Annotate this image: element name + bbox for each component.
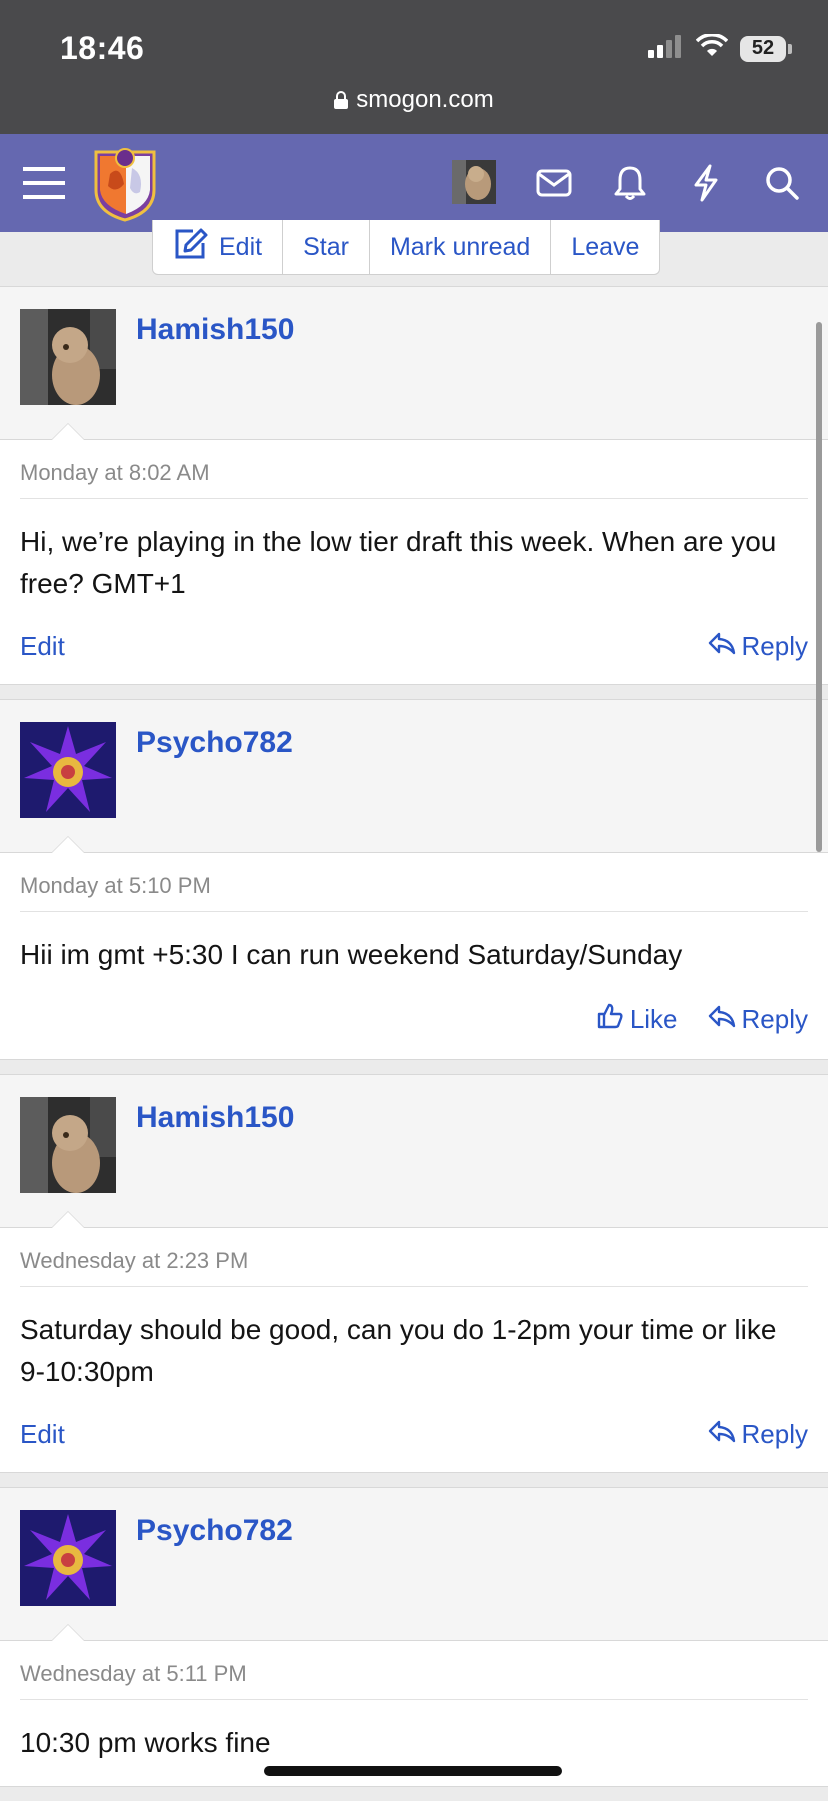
status-icons: 52 [648,33,792,63]
message-list: Hamish150 Monday at 8:02 AM Hi, we’re pl… [0,286,828,1801]
menu-icon[interactable] [20,159,68,207]
message-text: Hii im gmt +5:30 I can run weekend Satur… [20,939,683,970]
user-avatar[interactable] [452,160,496,204]
message-text: 10:30 pm works fine [20,1727,271,1758]
reply-label: Reply [741,631,808,661]
author-avatar[interactable] [20,309,116,405]
edit-thread-button[interactable]: Edit [153,220,284,274]
app-header [0,134,828,232]
reply-button[interactable]: Reply [708,1004,808,1035]
bell-icon[interactable] [606,159,654,207]
reply-button[interactable]: Reply [708,631,808,662]
message-header: Hamish150 [0,1075,828,1228]
message-body: Wednesday at 5:11 PM 10:30 pm works fine [0,1641,828,1786]
leave-button[interactable]: Leave [551,220,659,274]
message-arrow [51,1211,85,1228]
message: Psycho782 Monday at 5:10 PM Hii im gmt +… [0,699,828,1060]
message-body: Monday at 8:02 AM Hi, we’re playing in t… [0,440,828,684]
lock-icon [334,88,349,116]
mark-unread-button[interactable]: Mark unread [370,220,552,274]
author-name[interactable]: Hamish150 [136,313,294,347]
thread-actions: Edit Star Mark unread Leave [152,220,661,275]
url-text: smogon.com [356,86,494,113]
battery-nub [788,43,792,54]
url-bar[interactable]: smogon.com [0,86,828,116]
message-arrow [51,423,85,440]
edit-label: Edit [219,232,263,261]
clock: 18:46 [60,30,145,66]
message-text: Hi, we’re playing in the low tier draft … [20,526,777,599]
author-avatar[interactable] [20,1510,116,1606]
battery-icon: 52 [740,35,786,62]
reply-icon [708,1004,736,1035]
like-label: Like [629,1004,678,1034]
wifi-icon [695,33,729,63]
message-date[interactable]: Wednesday at 5:11 PM [20,1661,808,1700]
reply-label: Reply [741,1004,808,1034]
reply-label: Reply [741,1419,808,1449]
author-name[interactable]: Hamish150 [136,1101,294,1135]
message-date[interactable]: Wednesday at 2:23 PM [20,1248,808,1287]
search-icon[interactable] [758,159,806,207]
message-actions: Like Reply [20,1002,808,1037]
message-arrow [51,1624,85,1641]
message-date[interactable]: Monday at 5:10 PM [20,873,808,912]
message-arrow [51,836,85,853]
reply-button[interactable]: Reply [708,1419,808,1450]
reply-icon [708,1419,736,1450]
message-date[interactable]: Monday at 8:02 AM [20,460,808,499]
author-avatar[interactable] [20,1097,116,1193]
reply-icon [708,631,736,662]
message-header: Hamish150 [0,287,828,440]
edit-link[interactable]: Edit [20,1419,65,1450]
site-logo[interactable] [90,144,160,222]
author-name[interactable]: Psycho782 [136,726,293,760]
message-actions: Edit Reply [20,631,808,662]
home-indicator [264,1766,562,1776]
inbox-icon[interactable] [530,159,578,207]
like-button[interactable]: Like [596,1002,678,1037]
bolt-icon[interactable] [682,159,730,207]
message-actions: Edit Reply [20,1419,808,1450]
status-bar: 18:46 52 smogon.com [0,0,828,134]
message-body: Wednesday at 2:23 PM Saturday should be … [0,1228,828,1472]
cellular-signal-icon [648,34,684,63]
message-text: Saturday should be good, can you do 1-2p… [20,1314,777,1387]
message: Hamish150 Monday at 8:02 AM Hi, we’re pl… [0,286,828,685]
message: Hamish150 Wednesday at 2:23 PM Saturday … [0,1074,828,1473]
message-header: Psycho782 [0,700,828,853]
edit-icon [173,227,209,268]
scrollbar[interactable] [816,322,822,852]
thumbs-up-icon [596,1002,624,1037]
author-name[interactable]: Psycho782 [136,1514,293,1548]
message-body: Monday at 5:10 PM Hii im gmt +5:30 I can… [0,853,828,1059]
author-avatar[interactable] [20,722,116,818]
star-button[interactable]: Star [283,220,370,274]
edit-link[interactable]: Edit [20,631,65,662]
message-header: Psycho782 [0,1488,828,1641]
message: Psycho782 Wednesday at 5:11 PM 10:30 pm … [0,1487,828,1787]
